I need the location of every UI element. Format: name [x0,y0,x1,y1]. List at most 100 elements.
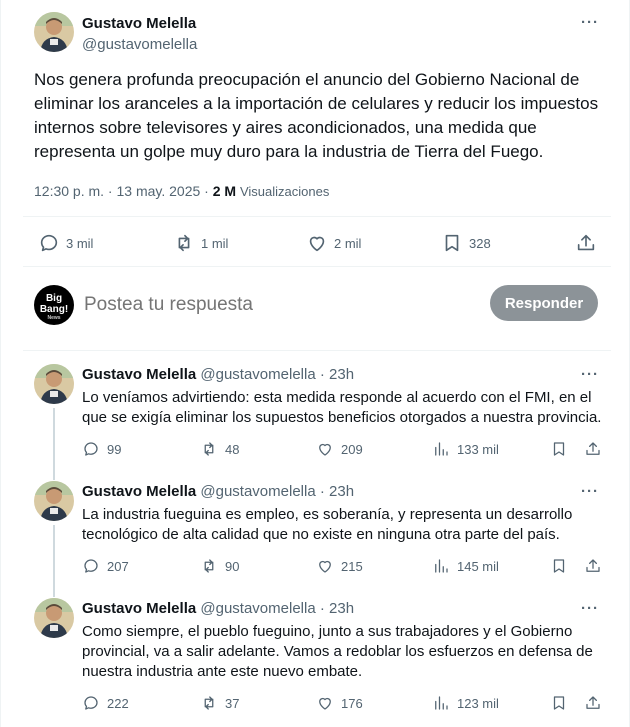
like-count: 215 [341,558,363,574]
reply-button[interactable]: 99 [82,440,121,458]
reply-input[interactable] [84,294,384,316]
logo-text-big: Big [45,293,63,304]
repost-button[interactable]: 90 [200,557,239,575]
repost-button[interactable]: 48 [200,440,239,458]
reply-icon [84,442,98,456]
reply-author-avatar[interactable] [34,364,74,404]
repost-icon [204,442,214,456]
more-options-icon[interactable]: ··· [581,600,599,617]
thread-connector [53,525,55,597]
logo-text-news: News [47,315,61,321]
like-count: 209 [341,441,363,457]
repost-icon [204,559,214,573]
reply-count: 207 [107,558,129,574]
more-options-icon[interactable]: ··· [581,483,599,500]
tweet-meta: 12:30 p. m. · 13 may. 2025 · 2 M Visuali… [34,183,329,199]
timestamp[interactable]: 12:30 p. m. · 13 may. 2025 · [34,183,213,199]
analytics-icon [435,559,448,573]
like-count: 176 [341,695,363,711]
like-button[interactable]: 176 [316,694,363,712]
repost-button[interactable]: 37 [200,694,239,712]
share-button[interactable] [584,557,602,575]
reply-item[interactable]: Gustavo Melella @gustavomelella · 23h Lo… [34,364,604,480]
like-button[interactable]: 2 mil [306,232,361,254]
share-icon [586,696,600,709]
heart-icon [319,443,331,456]
repost-count: 1 mil [201,235,229,251]
reply-text: Como siempre, el pueblo fueguino, junto … [82,623,593,680]
share-icon [586,559,600,572]
reply-button[interactable]: 3 mil [38,232,93,254]
like-button[interactable]: 215 [316,557,363,575]
share-button[interactable] [584,440,602,458]
repost-icon [204,696,214,710]
current-user-avatar[interactable]: Big Bang! News [34,285,74,325]
share-icon [577,234,595,251]
more-options-icon[interactable]: ··· [581,366,599,383]
reply-button[interactable]: 222 [82,694,129,712]
bookmark-button[interactable] [550,440,568,458]
views-button[interactable]: 123 mil [432,694,499,712]
views-button[interactable]: 145 mil [432,557,499,575]
bookmark-count: 328 [469,235,491,251]
repost-icon [178,234,190,252]
heart-icon [319,560,331,573]
respond-button[interactable]: Responder [490,285,598,321]
views-button[interactable]: 133 mil [432,440,499,458]
heart-icon [309,236,325,252]
reply-author-name[interactable]: Gustavo Melella [82,483,196,500]
repost-count: 48 [225,441,240,457]
reply-icon [84,696,98,710]
bookmark-icon [445,234,459,252]
reply-author-name[interactable]: Gustavo Melella [82,600,196,617]
divider [23,216,611,217]
bookmark-button[interactable] [550,557,568,575]
share-button[interactable] [584,694,602,712]
reply-author-handle[interactable]: @gustavomelella · 23h [200,600,354,617]
reply-item[interactable]: Gustavo Melella @gustavomelella · 23h Co… [34,598,604,723]
reply-count: 99 [107,441,122,457]
share-icon [586,442,600,455]
more-options-icon[interactable]: ··· [581,14,599,31]
reply-author-name[interactable]: Gustavo Melella [82,366,196,383]
bookmark-button[interactable]: 328 [441,232,491,254]
author-name[interactable]: Gustavo Melella [82,15,196,32]
views-count: 133 mil [457,441,499,457]
bookmark-button[interactable] [550,694,568,712]
reply-header: Gustavo Melella @gustavomelella · 23h [82,600,354,617]
author-handle[interactable]: @gustavomelella [82,36,197,53]
divider [23,266,611,267]
logo-text-bang: Bang! [39,304,69,315]
author-avatar[interactable] [34,12,74,52]
like-count: 2 mil [334,235,362,251]
repost-count: 37 [225,695,240,711]
thread-connector [53,408,55,480]
reply-button[interactable]: 207 [82,557,129,575]
main-tweet-text: Nos genera profunda preocupación el anun… [34,70,599,161]
reply-author-handle[interactable]: @gustavomelella · 23h [200,483,354,500]
reply-icon [40,234,58,252]
bookmark-icon [553,442,565,456]
reply-author-avatar[interactable] [34,481,74,521]
views-count: 145 mil [457,558,499,574]
main-tweet-header: Gustavo Melella @gustavomelella [34,12,614,56]
reply-text: Lo veníamos advirtiendo: esta medida res… [82,389,602,426]
views-label: Visualizaciones [239,184,330,199]
bookmark-icon [553,559,565,573]
divider [23,350,611,351]
reply-text: La industria fueguina es empleo, es sobe… [82,506,573,543]
reply-item[interactable]: Gustavo Melella @gustavomelella · 23h La… [34,481,604,597]
views-count: 2 M [212,183,237,199]
share-button[interactable] [575,232,597,254]
reply-header: Gustavo Melella @gustavomelella · 23h [82,366,354,383]
reply-icon [84,559,98,573]
tweet-thread: Gustavo Melella @gustavomelella ··· Nos … [0,0,630,727]
like-button[interactable]: 209 [316,440,363,458]
repost-button[interactable]: 1 mil [173,232,228,254]
reply-header: Gustavo Melella @gustavomelella · 23h [82,483,354,500]
reply-count: 222 [107,695,129,711]
reply-author-handle[interactable]: @gustavomelella · 23h [200,366,354,383]
views-count: 123 mil [457,695,499,711]
reply-author-avatar[interactable] [34,598,74,638]
repost-count: 90 [225,558,240,574]
